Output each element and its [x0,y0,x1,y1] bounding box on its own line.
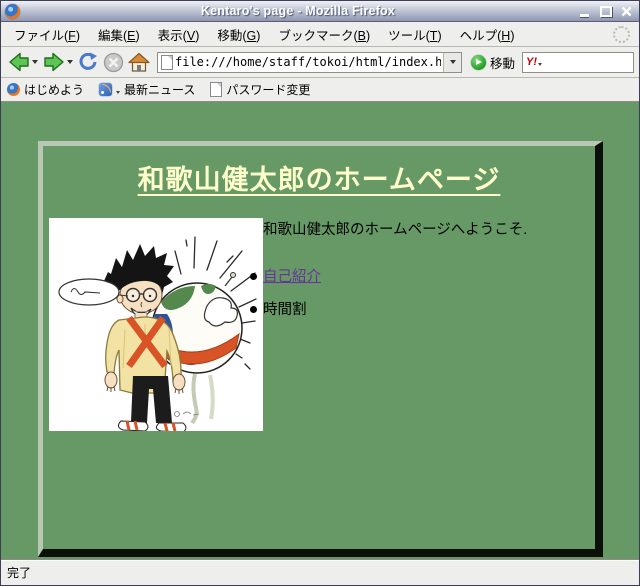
menu-view[interactable]: 表示(V) [149,22,209,47]
content-box: 和歌山健太郎のホームページ [38,141,603,557]
page-proxy-icon[interactable] [161,55,173,70]
link-self-introduction[interactable]: 自己紹介 [263,269,321,285]
bookmark-getting-started[interactable]: はじめよう [7,81,84,98]
minimize-button[interactable] [576,4,593,19]
chevron-down-icon [450,60,456,64]
menu-help[interactable]: ヘルプ(H) [451,22,524,47]
window-title: Kentaro's page - Mozilla Firefox [24,4,572,18]
menu-file[interactable]: ファイル(F) [5,22,89,47]
bookmark-label: はじめよう [24,81,84,98]
forward-icon [42,51,66,73]
navigation-toolbar: 移動 Y! [1,47,639,78]
menu-tools[interactable]: ツール(T) [379,22,450,47]
home-icon [128,52,150,73]
search-box: Y! [522,52,634,73]
reload-button[interactable] [76,50,100,74]
back-button[interactable] [6,50,39,74]
search-engine-dropdown-icon[interactable] [538,63,542,66]
forward-button[interactable] [41,50,74,74]
search-engine-icon[interactable]: Y! [526,57,537,68]
stop-icon [103,52,124,73]
go-icon [471,55,486,70]
back-icon [7,51,31,73]
close-icon [621,6,632,17]
bookmark-label: 最新ニュース [124,81,195,98]
page-viewport: 和歌山健太郎のホームページ [1,102,639,559]
firefox-icon [5,4,20,19]
go-button[interactable]: 移動 [469,53,520,72]
list-item-timetable: 時間割 [263,302,307,318]
kentaro-cartoon-image [49,218,263,431]
throbber-icon [613,26,630,43]
maximize-icon [600,6,612,17]
chevron-down-icon [116,91,120,94]
menu-go[interactable]: 移動(G) [208,22,269,47]
search-input[interactable] [543,55,630,69]
bookmark-latest-news[interactable]: 最新ニュース [99,81,195,98]
reload-icon [77,51,99,73]
url-bar [157,52,462,73]
home-button[interactable] [127,51,151,74]
page-icon [210,82,222,97]
close-button[interactable] [618,4,635,19]
menu-bookmarks[interactable]: ブックマーク(B) [269,22,379,47]
stop-button [102,51,125,74]
menu-edit[interactable]: 編集(E) [89,22,149,47]
forward-dropdown-icon[interactable] [67,60,73,64]
back-dropdown-icon[interactable] [32,60,38,64]
status-text: 完了 [7,564,31,581]
title-bar: Kentaro's page - Mozilla Firefox [1,1,639,22]
url-history-dropdown-button[interactable] [443,53,461,72]
page-title: 和歌山健太郎のホームページ [49,158,589,197]
go-button-label: 移動 [490,53,515,72]
bookmark-password-change[interactable]: パスワード変更 [210,81,310,98]
bookmarks-toolbar: はじめよう 最新ニュース パスワード変更 [1,78,639,102]
firefox-icon [7,83,20,96]
rss-livemark-icon [99,83,112,96]
browser-window: Kentaro's page - Mozilla Firefox ファイル(F)… [0,0,640,586]
bookmark-label: パスワード変更 [226,81,310,98]
minimize-icon [580,14,589,17]
maximize-button[interactable] [597,4,614,19]
status-bar: 完了 [1,559,639,585]
url-input[interactable] [173,55,443,69]
menu-bar: ファイル(F) 編集(E) 表示(V) 移動(G) ブックマーク(B) ツール(… [1,22,639,47]
